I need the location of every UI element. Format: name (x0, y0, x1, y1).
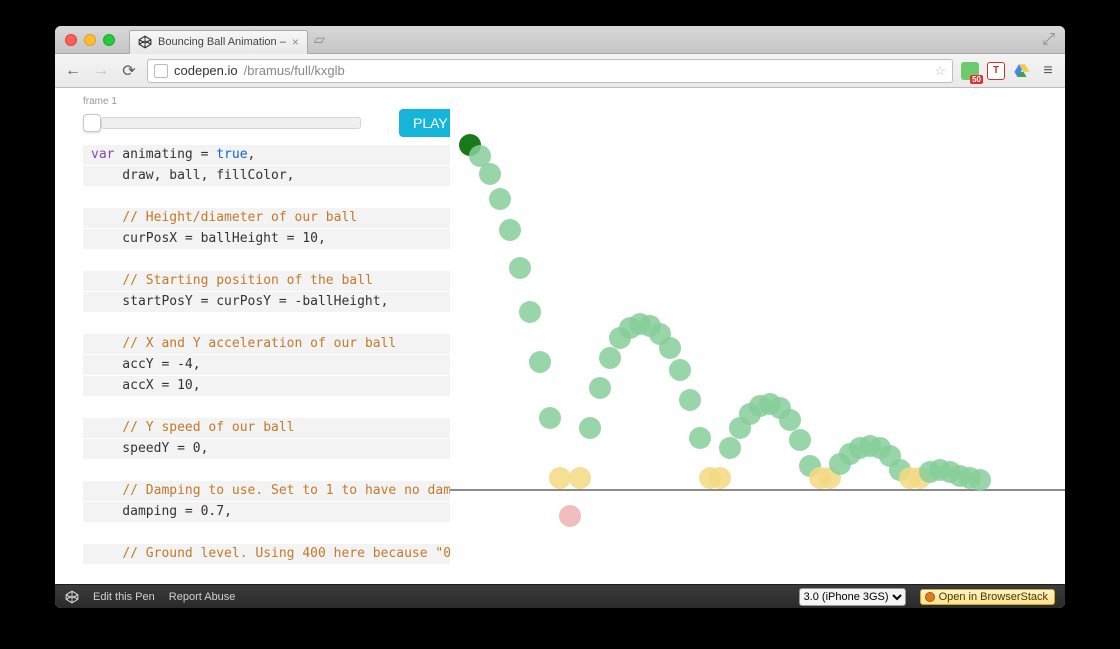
code-line: curPosX = ballHeight = 10, (83, 229, 450, 249)
extension-drive-icon[interactable] (1013, 62, 1031, 80)
code-line: // Damping to use. Set to 1 to have no d… (83, 481, 450, 501)
browserstack-icon (925, 592, 935, 602)
zoom-icon[interactable] (103, 34, 115, 46)
ball (579, 417, 601, 439)
ball (509, 257, 531, 279)
animation-canvas (450, 88, 1065, 584)
play-button[interactable]: PLAY (399, 109, 450, 137)
ball (489, 188, 511, 210)
maximize-icon[interactable]: ⤢ (1042, 31, 1055, 49)
ball (529, 351, 551, 373)
ball (519, 301, 541, 323)
reload-button[interactable]: ⟳ (119, 61, 139, 81)
code-line: // Ground level. Using 400 here because … (83, 544, 450, 564)
ball (549, 467, 571, 489)
code-listing: var animating = true, draw, ball, fillCo… (83, 145, 450, 564)
codepen-logo-icon (65, 590, 79, 604)
ball (789, 429, 811, 451)
open-browserstack-label: Open in BrowserStack (939, 591, 1048, 603)
ground-line (450, 489, 1065, 491)
code-line: accX = 10, (83, 376, 450, 396)
ball (479, 163, 501, 185)
browser-window: Bouncing Ball Animation – × ▱ ⤢ ← → ⟳ co… (55, 26, 1065, 608)
code-line: accY = -4, (83, 355, 450, 375)
slider-thumb[interactable] (83, 114, 101, 132)
slider-track[interactable] (101, 117, 361, 129)
extension-icons: 50 T ≡ (961, 62, 1057, 80)
edit-pen-link[interactable]: Edit this Pen (93, 591, 155, 603)
extension-badge: 50 (970, 75, 983, 84)
code-line: speedY = 0, (83, 439, 450, 459)
codepen-footer: Edit this Pen Report Abuse 3.0 (iPhone 3… (55, 584, 1065, 608)
code-line (83, 313, 450, 333)
tab-strip: Bouncing Ball Animation – × ▱ ⤢ (55, 26, 1065, 54)
minimize-icon[interactable] (84, 34, 96, 46)
ball (709, 467, 731, 489)
new-tab-button[interactable]: ▱ (314, 31, 325, 48)
url-host: codepen.io (174, 63, 238, 78)
ball (559, 505, 581, 527)
extension-frog-icon[interactable]: 50 (961, 62, 979, 80)
code-line: startPosY = curPosY = -ballHeight, (83, 292, 450, 312)
tab-title: Bouncing Ball Animation – (158, 36, 286, 48)
url-path: /bramus/full/kxglb (244, 63, 345, 78)
open-browserstack-button[interactable]: Open in BrowserStack (920, 589, 1055, 605)
forward-button[interactable]: → (91, 62, 111, 80)
device-select[interactable]: 3.0 (iPhone 3GS) (799, 588, 906, 606)
extension-t-icon[interactable]: T (987, 62, 1005, 80)
code-line (83, 460, 450, 480)
code-line: // Starting position of the ball (83, 271, 450, 291)
ball (679, 389, 701, 411)
page-content: frame 1 PLAY var animating = true, draw,… (55, 88, 1065, 584)
ball (499, 219, 521, 241)
ball (779, 409, 801, 431)
close-icon[interactable] (65, 34, 77, 46)
browser-toolbar: ← → ⟳ codepen.io/bramus/full/kxglb ☆ 50 … (55, 54, 1065, 88)
close-tab-icon[interactable]: × (292, 35, 299, 49)
code-line: // Height/diameter of our ball (83, 208, 450, 228)
ball (669, 359, 691, 381)
code-line (83, 397, 450, 417)
code-line (83, 250, 450, 270)
code-line: // X and Y acceleration of our ball (83, 334, 450, 354)
left-pane: frame 1 PLAY var animating = true, draw,… (55, 88, 450, 584)
code-line: draw, ball, fillColor, (83, 166, 450, 186)
back-button[interactable]: ← (63, 62, 83, 80)
menu-icon[interactable]: ≡ (1039, 62, 1057, 80)
window-controls (65, 34, 115, 46)
frame-label: frame 1 (83, 96, 450, 107)
code-line: var animating = true, (83, 145, 450, 165)
code-line: damping = 0.7, (83, 502, 450, 522)
codepen-favicon-icon (138, 35, 152, 49)
ball (539, 407, 561, 429)
browser-tab[interactable]: Bouncing Ball Animation – × (129, 30, 308, 54)
code-line (83, 523, 450, 543)
ball (689, 427, 711, 449)
report-abuse-link[interactable]: Report Abuse (169, 591, 236, 603)
ball (659, 337, 681, 359)
ball (969, 469, 991, 491)
code-line (83, 187, 450, 207)
page-icon (154, 64, 168, 78)
ball (589, 377, 611, 399)
ball (599, 347, 621, 369)
bookmark-star-icon[interactable]: ☆ (934, 63, 946, 79)
address-bar[interactable]: codepen.io/bramus/full/kxglb ☆ (147, 59, 953, 83)
ball (719, 437, 741, 459)
controls-row: PLAY (83, 109, 450, 137)
ball (569, 467, 591, 489)
frame-slider[interactable] (83, 114, 361, 132)
code-line: // Y speed of our ball (83, 418, 450, 438)
